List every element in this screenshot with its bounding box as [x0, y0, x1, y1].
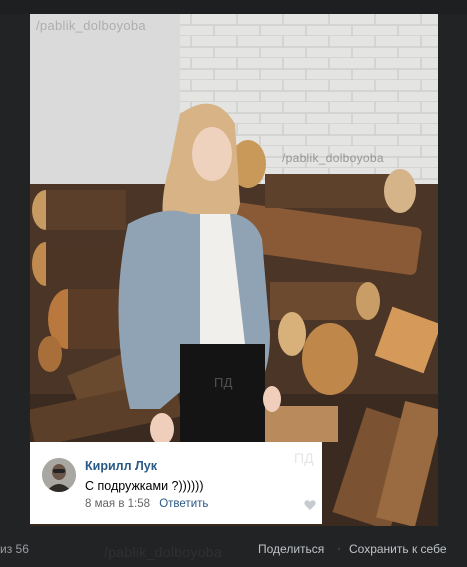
comment-watermark-pd: ПД	[294, 450, 314, 466]
photo-watermark-top: /pablik_dolboyoba	[36, 18, 146, 33]
avatar[interactable]	[42, 458, 76, 492]
save-button[interactable]: Сохранить к себе	[349, 542, 447, 556]
reply-button[interactable]: Ответить	[159, 498, 208, 510]
bottom-bar: из 56 /pablik_dolboyoba Поделиться · Сох…	[0, 526, 467, 567]
bottom-watermark: /pablik_dolboyoba	[104, 544, 222, 560]
photo-watermark-pd: ПД	[214, 375, 233, 390]
comment-date[interactable]: 8 мая в 1:58	[85, 498, 150, 510]
comment-meta: 8 мая в 1:58 Ответить	[85, 498, 208, 510]
separator-dot: ·	[337, 541, 341, 555]
comment-card: Кирилл Лук С подружками ?)))))) 8 мая в …	[30, 442, 322, 524]
share-button[interactable]: Поделиться	[258, 542, 324, 556]
comment-author[interactable]: Кирилл Лук	[85, 459, 157, 473]
photo-counter: из 56	[0, 542, 29, 556]
comment-text: С подружками ?))))))	[85, 479, 204, 493]
viewer-top-bar	[0, 0, 467, 14]
avatar-image	[42, 458, 76, 492]
photo-watermark-mid: /pablik_dolboyoba	[282, 151, 384, 165]
heart-icon[interactable]	[304, 499, 316, 511]
